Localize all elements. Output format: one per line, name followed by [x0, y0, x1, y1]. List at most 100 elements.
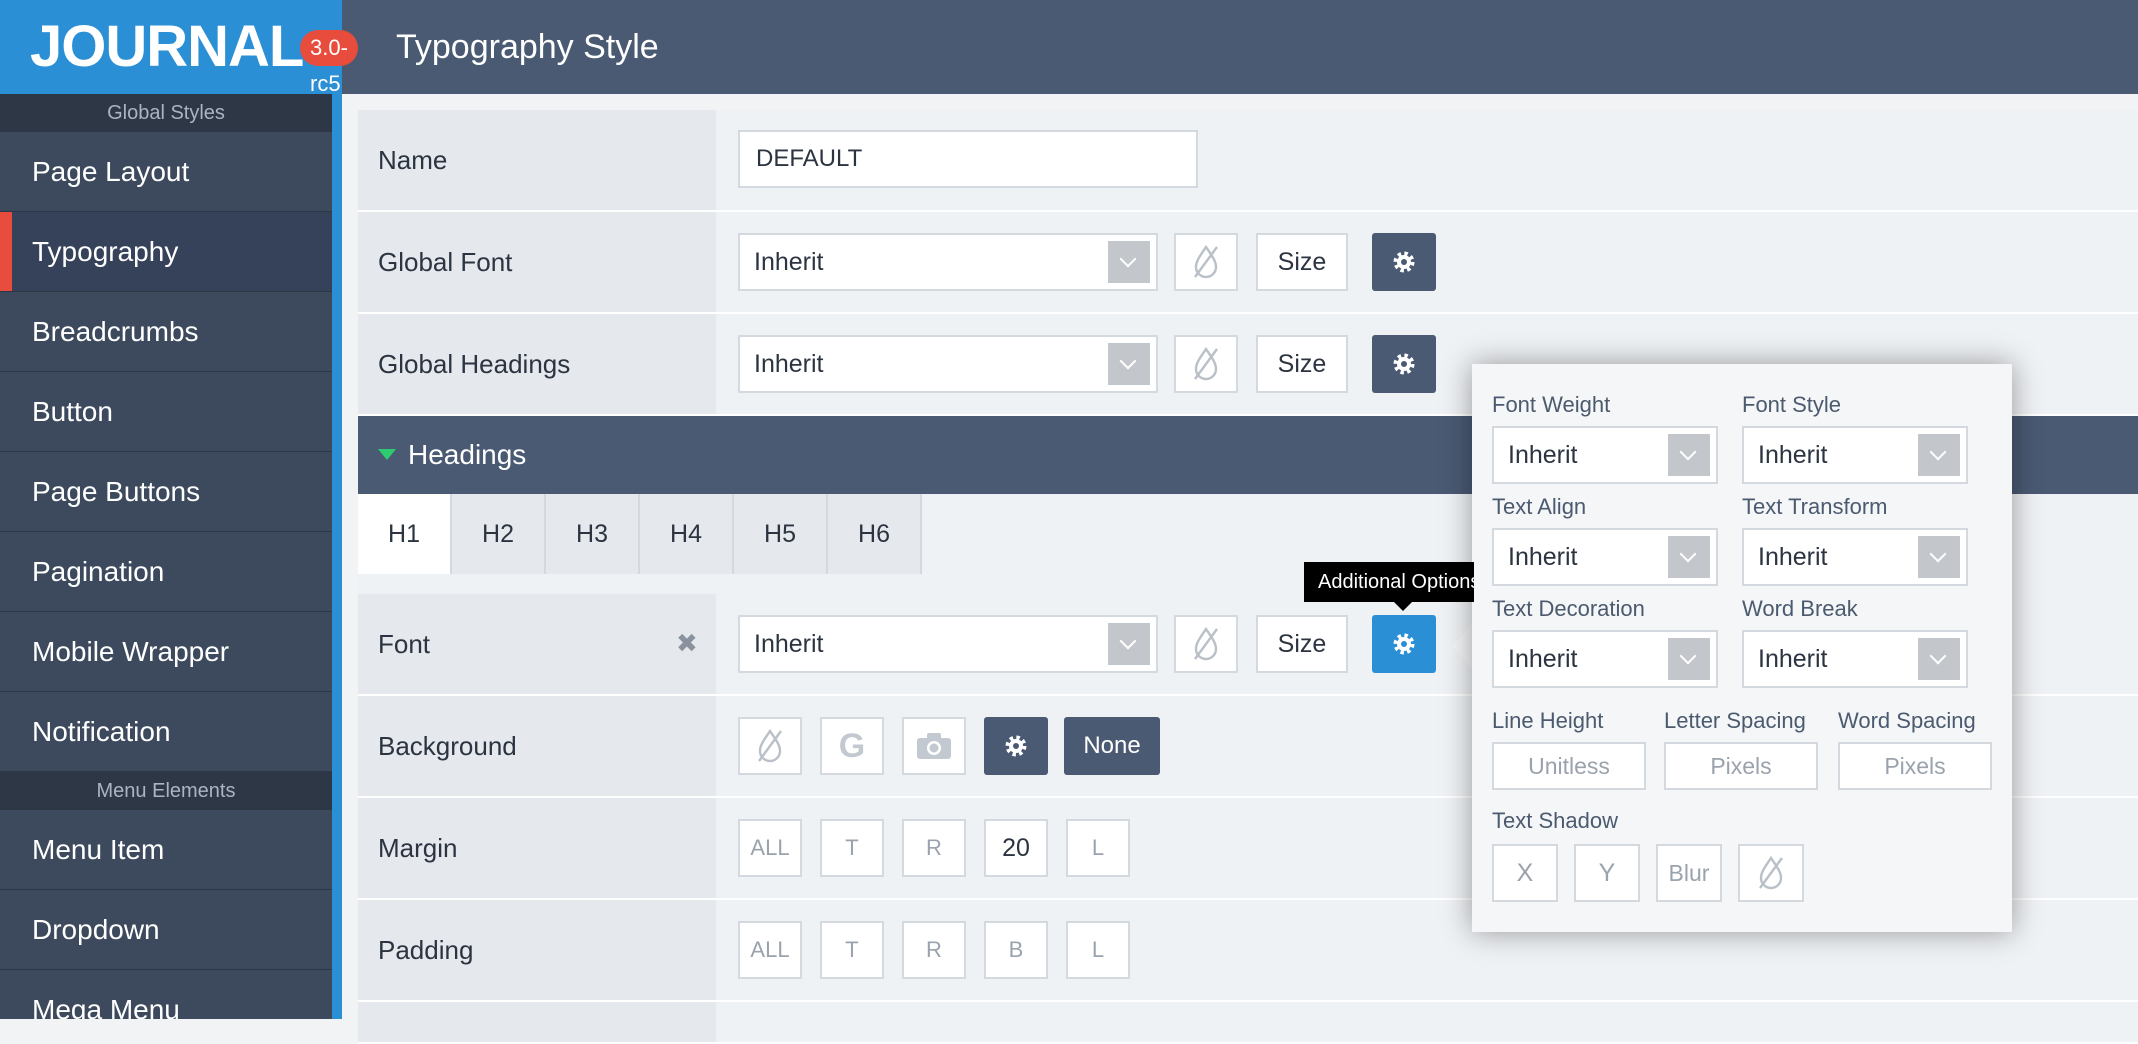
chevron-down-icon	[1668, 638, 1710, 680]
sidebar-item-mobile-wrapper[interactable]: Mobile Wrapper	[0, 612, 332, 692]
padding-right-input[interactable]: R	[902, 921, 966, 979]
page-title: Typography Style	[396, 28, 659, 66]
font-additional-options-button[interactable]	[1372, 615, 1436, 673]
text-transform-label: Text Transform	[1742, 494, 1888, 519]
margin-top-input[interactable]: T	[820, 819, 884, 877]
name-input[interactable]: DEFAULT	[738, 130, 1198, 188]
chevron-down-icon	[1108, 343, 1150, 385]
color-drop-icon	[1759, 855, 1783, 890]
chevron-down-icon	[1918, 536, 1960, 578]
sidebar-item-dropdown[interactable]: Dropdown	[0, 890, 332, 970]
sidebar-section-global-styles: Global Styles	[0, 94, 332, 132]
sidebar-item-page-layout[interactable]: Page Layout	[0, 132, 332, 212]
margin-all-input[interactable]: ALL	[738, 819, 802, 877]
sidebar-item-typography[interactable]: Typography	[0, 212, 332, 292]
sidebar-item-breadcrumbs[interactable]: Breadcrumbs	[0, 292, 332, 372]
tab-h6[interactable]: H6	[828, 494, 922, 574]
sidebar-item-button[interactable]: Button	[0, 372, 332, 452]
letter-spacing-input[interactable]: Pixels	[1664, 742, 1818, 790]
margin-right-input[interactable]: R	[902, 819, 966, 877]
font-style-value: Inherit	[1758, 441, 1828, 469]
background-image-button[interactable]	[902, 717, 966, 775]
chevron-down-icon	[1668, 536, 1710, 578]
global-headings-value: Inherit	[754, 350, 824, 378]
global-font-size-button[interactable]: Size	[1256, 233, 1348, 291]
font-weight-select[interactable]: Inherit	[1492, 426, 1718, 484]
sidebar-scroll-accent	[332, 94, 342, 1019]
padding-left-input[interactable]: L	[1066, 921, 1130, 979]
font-label: Font ✖	[358, 594, 716, 694]
font-size-button[interactable]: Size	[1256, 615, 1348, 673]
global-font-color-button[interactable]	[1174, 233, 1238, 291]
global-font-select[interactable]: Inherit	[738, 233, 1158, 291]
word-break-label: Word Break	[1742, 596, 1858, 621]
gear-icon	[1393, 353, 1415, 375]
global-headings-size-button[interactable]: Size	[1256, 335, 1348, 393]
line-height-label: Line Height	[1492, 708, 1604, 733]
chevron-down-icon	[1918, 434, 1960, 476]
color-drop-icon	[1194, 244, 1218, 279]
background-options-button[interactable]	[984, 717, 1048, 775]
text-transform-select[interactable]: Inherit	[1742, 528, 1968, 586]
font-style-select[interactable]: Inherit	[1742, 426, 1968, 484]
text-align-select[interactable]: Inherit	[1492, 528, 1718, 586]
global-font-label: Global Font	[358, 212, 716, 312]
color-drop-icon	[758, 728, 782, 763]
next-row-label	[358, 1002, 716, 1042]
color-drop-icon	[1194, 346, 1218, 381]
font-value: Inherit	[754, 630, 824, 658]
word-spacing-input[interactable]: Pixels	[1838, 742, 1992, 790]
text-decoration-select[interactable]: Inherit	[1492, 630, 1718, 688]
padding-bottom-input[interactable]: B	[984, 921, 1048, 979]
text-decoration-label: Text Decoration	[1492, 596, 1645, 621]
chevron-down-icon	[1918, 638, 1960, 680]
word-break-value: Inherit	[1758, 645, 1828, 673]
popover-arrow	[1452, 624, 1472, 668]
tab-h2[interactable]: H2	[452, 494, 546, 574]
tab-h1[interactable]: H1	[358, 494, 452, 574]
global-headings-select[interactable]: Inherit	[738, 335, 1158, 393]
font-color-button[interactable]	[1174, 615, 1238, 673]
word-spacing-label: Word Spacing	[1838, 708, 1976, 733]
headings-section-title: Headings	[408, 439, 527, 470]
margin-bottom-input[interactable]: 20	[984, 819, 1048, 877]
tab-h4[interactable]: H4	[640, 494, 734, 574]
text-decoration-value: Inherit	[1508, 645, 1578, 673]
shadow-color-button[interactable]	[1738, 844, 1804, 902]
margin-left-input[interactable]: L	[1066, 819, 1130, 877]
padding-all-input[interactable]: ALL	[738, 921, 802, 979]
shadow-y-input[interactable]: Y	[1574, 844, 1640, 902]
sidebar: Global Styles Page Layout Typography Bre…	[0, 94, 332, 1019]
global-headings-color-button[interactable]	[1174, 335, 1238, 393]
reset-x-icon[interactable]: ✖	[676, 630, 698, 656]
camera-icon	[917, 733, 951, 759]
sidebar-item-mega-menu[interactable]: Mega Menu	[0, 970, 332, 1019]
font-label-text: Font	[378, 629, 431, 659]
logo[interactable]: JOURNAL 3.0-rc5	[0, 0, 358, 96]
background-color-button[interactable]	[738, 717, 802, 775]
padding-top-input[interactable]: T	[820, 921, 884, 979]
shadow-blur-input[interactable]: Blur	[1656, 844, 1722, 902]
gear-icon	[1005, 735, 1027, 757]
line-height-input[interactable]: Unitless	[1492, 742, 1646, 790]
collapse-triangle-icon	[378, 449, 396, 460]
global-font-options-button[interactable]	[1372, 233, 1436, 291]
sidebar-item-pagination[interactable]: Pagination	[0, 532, 332, 612]
text-align-label: Text Align	[1492, 494, 1587, 519]
sidebar-item-notification[interactable]: Notification	[0, 692, 332, 772]
tab-h3[interactable]: H3	[546, 494, 640, 574]
background-gradient-button[interactable]: G	[820, 717, 884, 775]
font-weight-label: Font Weight	[1492, 392, 1611, 417]
shadow-x-input[interactable]: X	[1492, 844, 1558, 902]
letter-spacing-label: Letter Spacing	[1664, 708, 1806, 733]
name-row: Name DEFAULT	[358, 110, 2138, 212]
sidebar-item-page-buttons[interactable]: Page Buttons	[0, 452, 332, 532]
word-break-select[interactable]: Inherit	[1742, 630, 1968, 688]
sidebar-item-menu-item[interactable]: Menu Item	[0, 810, 332, 890]
text-align-value: Inherit	[1508, 543, 1578, 571]
tab-h5[interactable]: H5	[734, 494, 828, 574]
text-transform-value: Inherit	[1758, 543, 1828, 571]
background-none-button[interactable]: None	[1064, 717, 1160, 775]
font-select[interactable]: Inherit	[738, 615, 1158, 673]
global-headings-options-button[interactable]	[1372, 335, 1436, 393]
